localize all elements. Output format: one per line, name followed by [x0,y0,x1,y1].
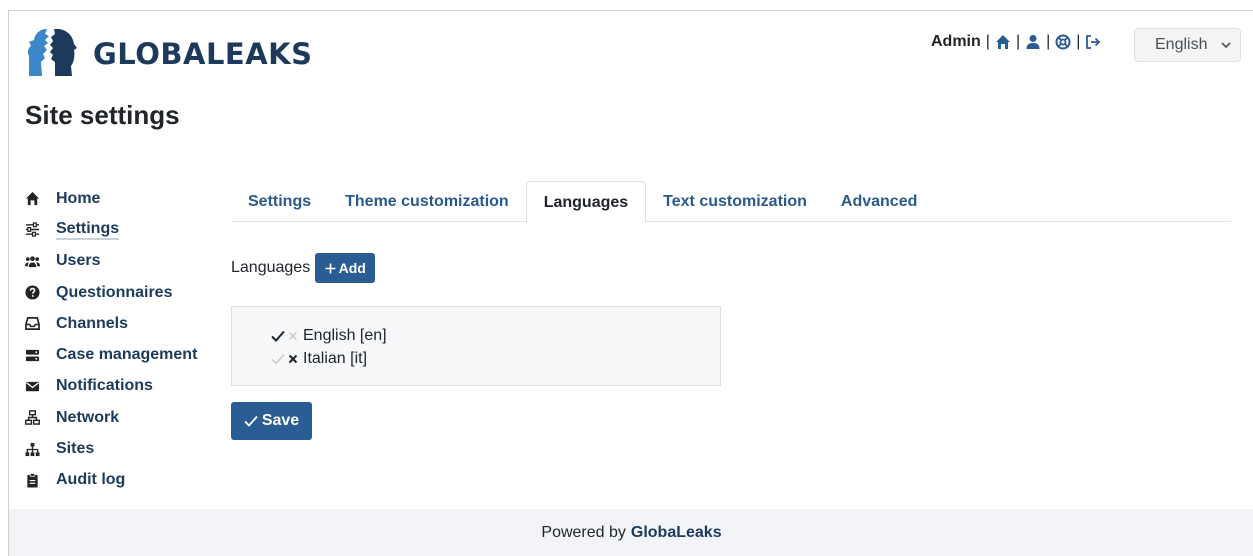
envelope-icon [25,379,40,394]
save-label: Save [261,412,300,429]
languages-header: Languages Add [231,253,376,283]
app-frame: GLOBALEAKS Site settings Admin | | | | E… [8,10,1253,556]
sidebar-item-label: Home [56,189,101,207]
sidebar-item-label: Channels [56,314,129,332]
footer: Powered by GlobaLeaks [9,509,1253,556]
home-icon [25,191,40,206]
sidebar-item-settings[interactable]: Settings [25,214,197,245]
sidebar-item-label: Audit log [56,471,126,489]
sidebar-item-channels[interactable]: Channels [25,308,197,339]
check-icon[interactable] [270,328,285,343]
sidebar-item-label: Notifications [56,377,153,395]
brand-name: GLOBALEAKS [93,37,313,71]
check-icon[interactable] [270,351,285,366]
language-select-value: English [1155,36,1208,53]
sidebar-item-network[interactable]: Network [25,402,197,433]
remove-icon[interactable] [285,351,300,366]
language-select[interactable]: English [1134,28,1241,62]
language-name: Italian [it] [303,349,368,367]
server-icon [25,348,40,363]
plus-icon [325,263,336,273]
globaleaks-logo-icon [27,29,77,76]
page-title: Site settings [25,100,180,130]
tab-text-customization[interactable]: Text customization [646,181,824,222]
settings-tabs: Settings Theme customization Languages T… [231,181,1231,223]
topbar-separator: | [1015,33,1021,50]
chevron-down-icon [1221,42,1231,49]
add-language-button[interactable]: Add [315,253,376,283]
topbar: Admin | | | | [931,33,1101,51]
save-button[interactable]: Save [231,402,312,440]
topbar-separator: | [1076,33,1081,50]
sidebar-item-label: Questionnaires [56,283,173,301]
sidebar-nav: Home Settings Users Questionnaires Chann… [25,183,197,496]
footer-link[interactable]: GlobaLeaks [631,524,722,542]
language-list: English [en] Italian [it] [231,306,721,386]
add-language-label: Add [338,260,366,276]
question-circle-icon [25,285,40,300]
topbar-separator: | [1046,33,1051,50]
sidebar-item-users[interactable]: Users [25,246,197,277]
topbar-separator: | [985,33,990,50]
brand-logo[interactable]: GLOBALEAKS [25,26,313,82]
sitemap-icon [25,442,40,457]
sidebar-item-questionnaires[interactable]: Questionnaires [25,277,197,308]
users-icon [25,254,40,269]
footer-prefix: Powered by [541,524,626,541]
language-item: English [en] [270,324,720,347]
network-icon [25,410,40,425]
home-icon[interactable] [995,34,1011,50]
check-icon [244,415,258,427]
tab-languages[interactable]: Languages [525,181,647,223]
sidebar-item-notifications[interactable]: Notifications [25,371,197,402]
sidebar-item-label: Network [56,408,120,426]
language-item: Italian [it] [270,347,720,370]
clipboard-icon [25,472,40,488]
inbox-icon [25,316,40,331]
tab-settings[interactable]: Settings [231,181,328,222]
sidebar-item-label: Case management [56,346,198,364]
support-icon[interactable] [1055,34,1071,50]
user-icon[interactable] [1025,34,1041,50]
sidebar-item-case-management[interactable]: Case management [25,339,197,370]
user-name[interactable]: Admin [931,33,981,51]
remove-icon[interactable] [285,328,300,343]
tab-advanced[interactable]: Advanced [824,181,934,222]
sliders-icon [25,222,40,238]
sidebar-item-label: Sites [56,440,95,458]
languages-label: Languages [231,259,311,276]
tab-theme-customization[interactable]: Theme customization [328,181,526,222]
logout-icon[interactable] [1085,34,1101,50]
sidebar-item-home[interactable]: Home [25,183,197,214]
sidebar-item-sites[interactable]: Sites [25,433,197,464]
sidebar-item-label: Settings [56,220,120,240]
sidebar-item-label: Users [56,252,101,270]
sidebar-item-audit-log[interactable]: Audit log [25,465,197,496]
language-name: English [en] [303,326,387,344]
